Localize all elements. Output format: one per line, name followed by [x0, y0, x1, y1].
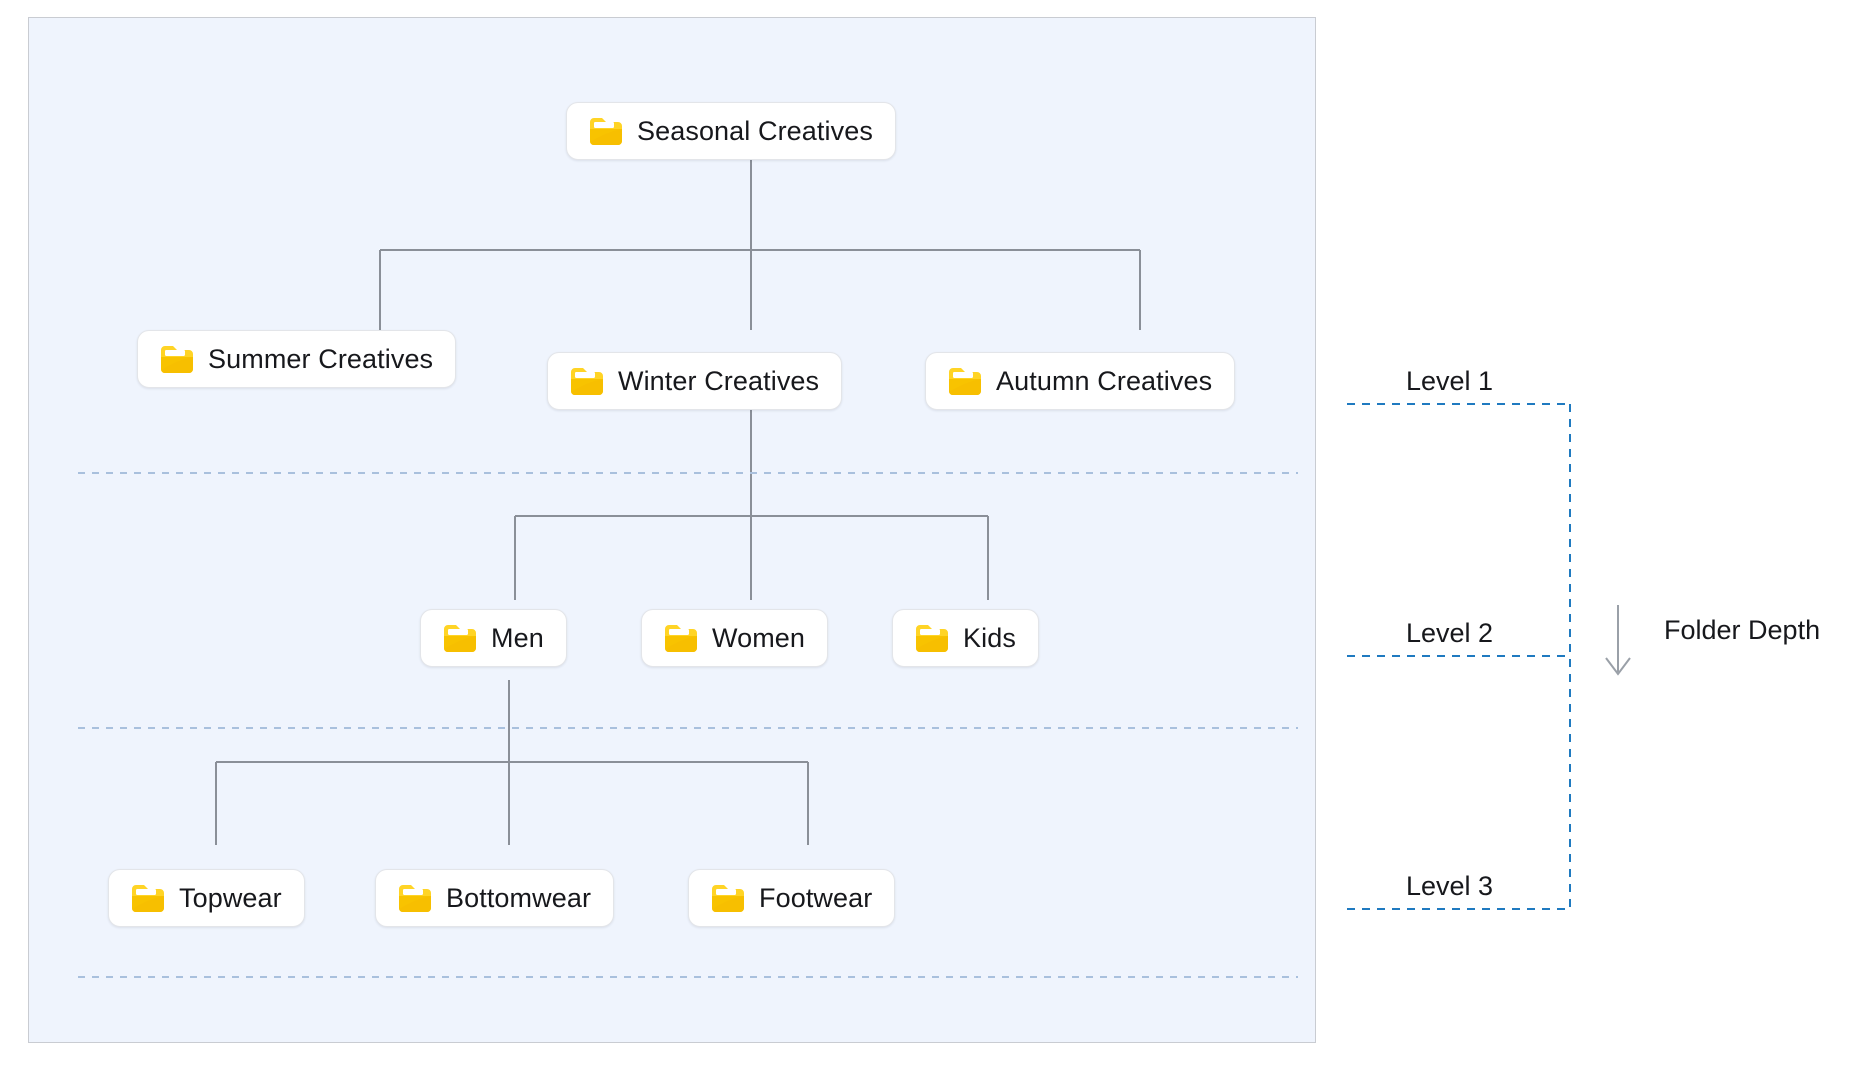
- legend-level-3-label: Level 3: [1406, 871, 1494, 901]
- tree-node-autumn-creatives[interactable]: Autumn Creatives: [925, 352, 1236, 410]
- folder-icon: [398, 884, 432, 913]
- tree-node-summer-creatives[interactable]: Summer Creatives: [137, 330, 457, 388]
- arrow-down-icon: [1605, 605, 1631, 676]
- tree-node-bottomwear[interactable]: Bottomwear: [375, 869, 615, 927]
- tree-node-label: Kids: [963, 622, 1016, 653]
- legend-level-2-label: Level 2: [1406, 618, 1494, 648]
- folder-icon: [664, 624, 698, 653]
- tree-node-label: Men: [491, 622, 544, 653]
- tree-node-label: Autumn Creatives: [996, 365, 1213, 396]
- folder-icon: [948, 367, 982, 396]
- tree-node-kids[interactable]: Kids: [892, 609, 1039, 667]
- tree-node-label: Bottomwear: [446, 882, 592, 913]
- diagram-canvas: Seasonal Creatives Summer Creatives Wint…: [0, 0, 1876, 1065]
- folder-icon: [915, 624, 949, 653]
- tree-node-label: Women: [712, 622, 806, 653]
- tree-node-label: Winter Creatives: [618, 365, 820, 396]
- tree-node-label: Summer Creatives: [208, 343, 434, 374]
- tree-node-women[interactable]: Women: [641, 609, 829, 667]
- folder-depth-label: Folder Depth: [1664, 615, 1821, 645]
- tree-node-men[interactable]: Men: [420, 609, 567, 667]
- tree-node-winter-creatives[interactable]: Winter Creatives: [547, 352, 843, 410]
- tree-node-footwear[interactable]: Footwear: [688, 869, 896, 927]
- folder-icon: [131, 884, 165, 913]
- folder-icon: [570, 367, 604, 396]
- folder-icon: [711, 884, 745, 913]
- tree-node-topwear[interactable]: Topwear: [108, 869, 305, 927]
- tree-node-root[interactable]: Seasonal Creatives: [566, 102, 896, 160]
- folder-icon: [443, 624, 477, 653]
- folder-icon: [589, 117, 623, 146]
- legend-level-1-label: Level 1: [1406, 366, 1494, 396]
- tree-node-label: Topwear: [179, 882, 282, 913]
- tree-node-label: Footwear: [759, 882, 873, 913]
- folder-icon: [160, 345, 194, 374]
- tree-node-label: Seasonal Creatives: [637, 115, 873, 146]
